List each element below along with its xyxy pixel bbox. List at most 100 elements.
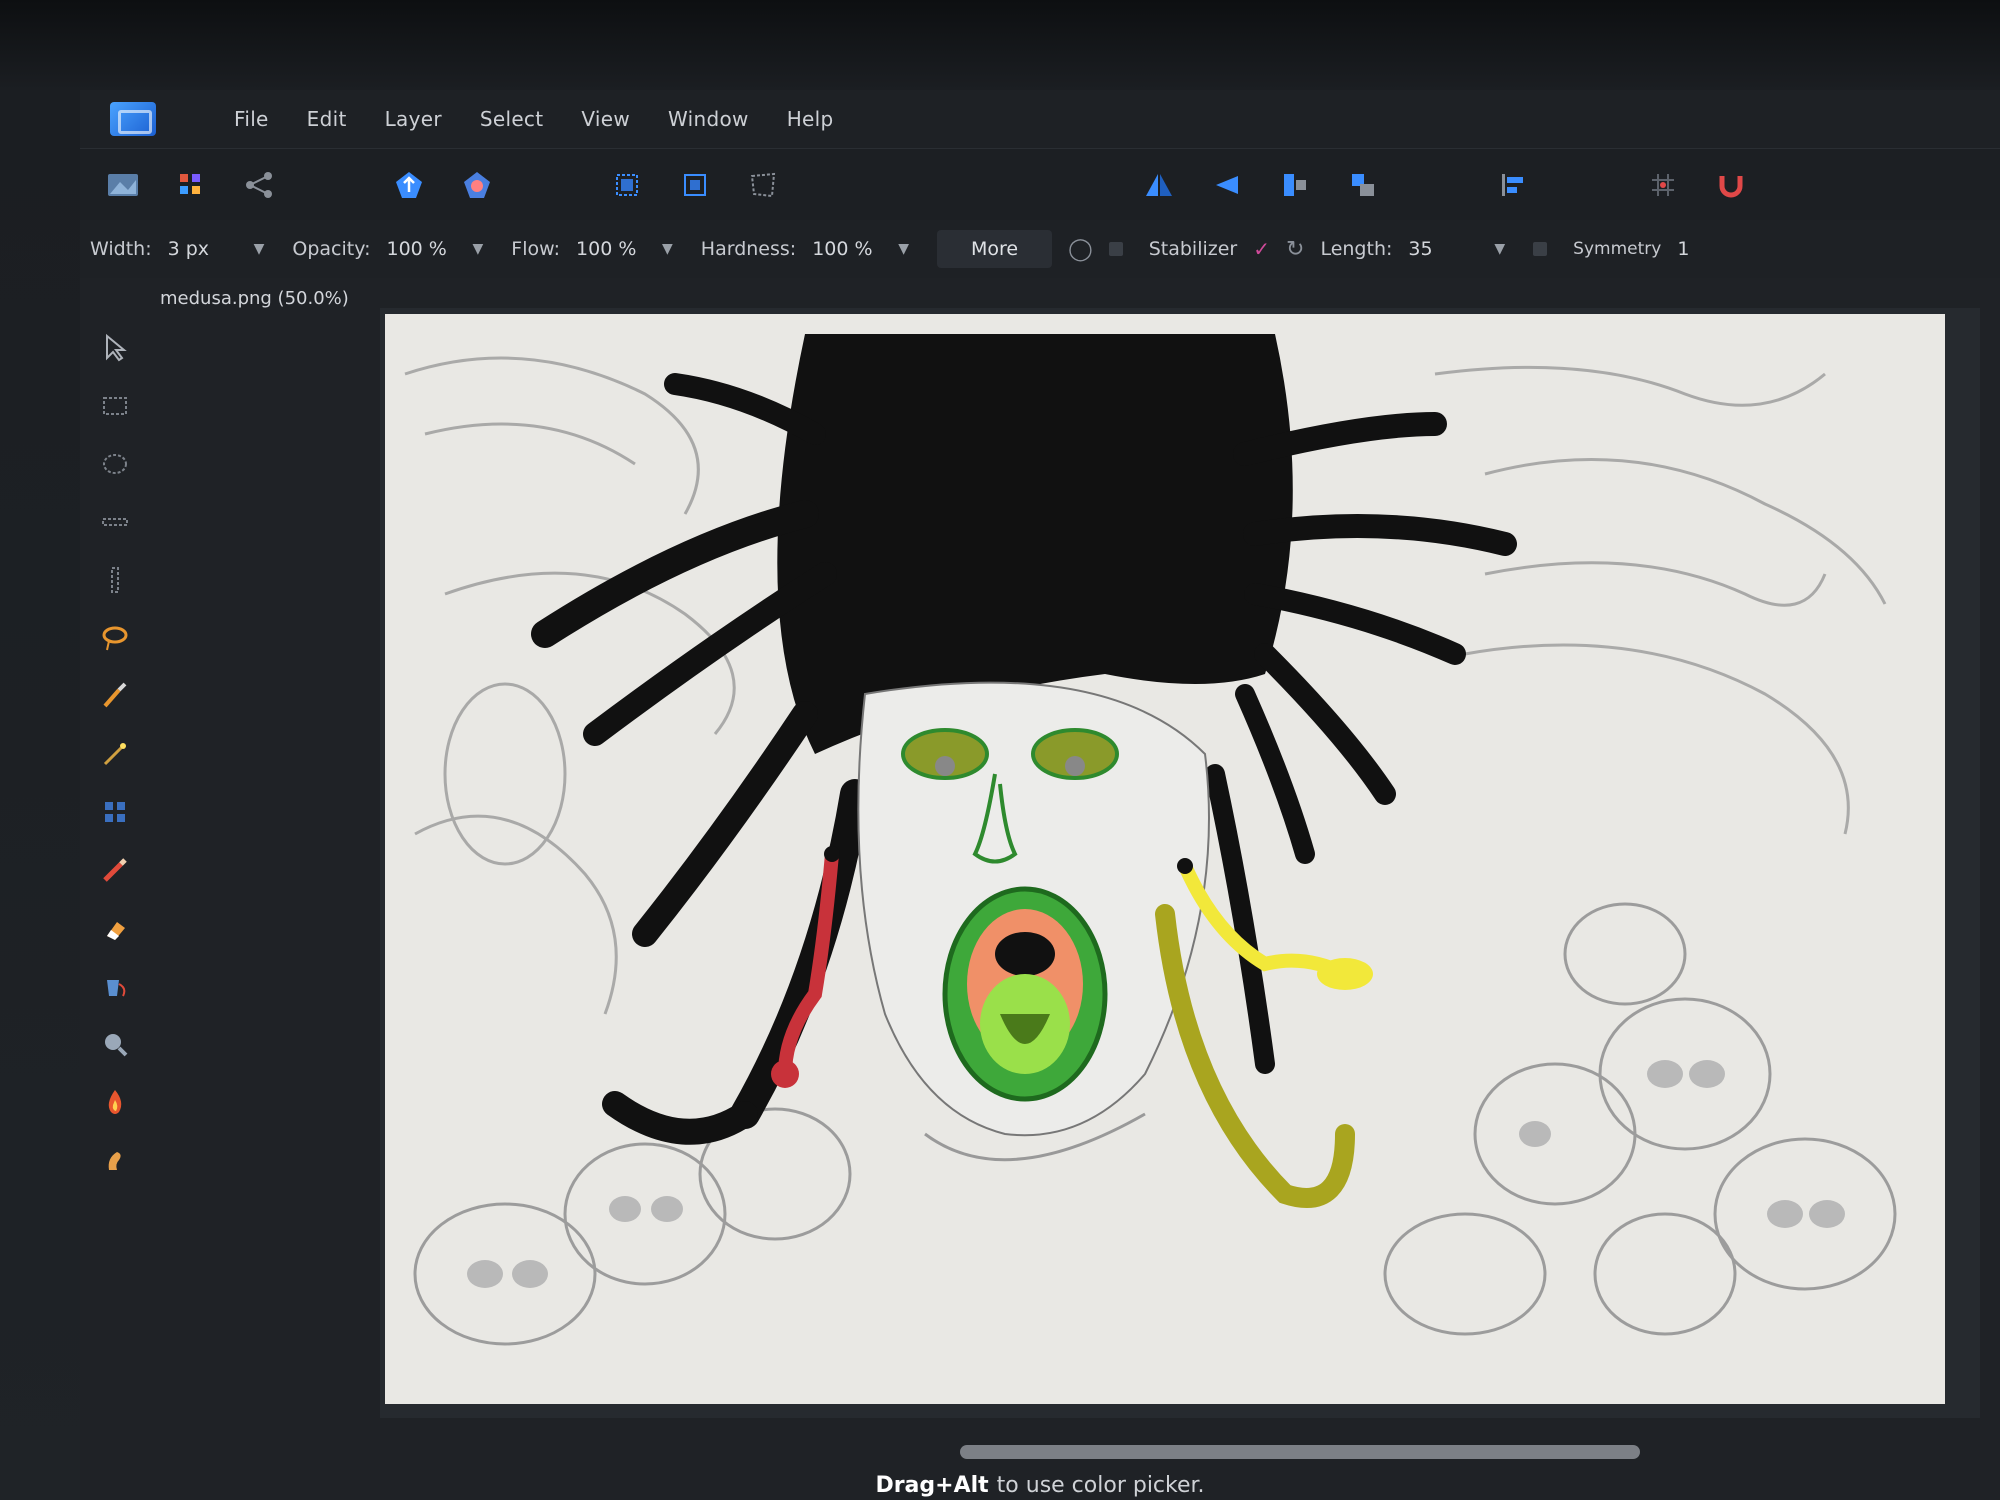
crop-button[interactable] (604, 162, 650, 208)
stabilizer-checkbox[interactable] (1108, 242, 1123, 256)
canvas-area[interactable] (380, 308, 1980, 1418)
flow-dropdown-icon[interactable]: ▼ (662, 241, 673, 257)
opacity-value[interactable]: 100 % (387, 238, 457, 260)
status-bar: Drag+Alt to use color picker. (80, 1470, 2000, 1500)
align-button[interactable] (1490, 162, 1536, 208)
cloud-icon (464, 172, 490, 198)
transform-button[interactable] (672, 162, 718, 208)
marquee-tool[interactable] (95, 386, 135, 426)
row-marquee-icon (102, 518, 128, 526)
eraser-icon (107, 922, 125, 940)
more-button[interactable]: More (936, 230, 1053, 268)
document-tab[interactable]: medusa.png (50.0%) (160, 288, 349, 309)
transform-icon (684, 174, 706, 196)
move-tool[interactable] (95, 328, 135, 368)
flip-vertical-icon (1216, 176, 1238, 194)
flow-label: Flow: (511, 238, 561, 260)
drawing-canvas[interactable] (385, 314, 1945, 1404)
marquee-icon (103, 397, 127, 415)
hardness-dropdown-icon[interactable]: ▼ (898, 241, 909, 257)
horizontal-scrollbar[interactable] (960, 1445, 1640, 1459)
magnet-button[interactable] (1708, 162, 1754, 208)
pattern-icon (105, 802, 125, 822)
stabilizer-mode-icon[interactable]: ✓ (1253, 237, 1270, 261)
burn-tool[interactable] (95, 1082, 135, 1122)
menu-help[interactable]: Help (787, 107, 834, 131)
flow-value[interactable]: 100 % (576, 238, 646, 260)
grid-button[interactable] (168, 162, 214, 208)
column-marquee-tool[interactable] (95, 560, 135, 600)
stabilizer-label: Stabilizer (1148, 238, 1238, 260)
menu-layer[interactable]: Layer (385, 107, 442, 131)
status-key: Drag+Alt (875, 1472, 989, 1498)
length-label: Length: (1320, 238, 1393, 260)
flip-horizontal-icon (1146, 174, 1172, 196)
bucket-tool[interactable] (95, 966, 135, 1006)
pressure-icon[interactable]: ◯ (1068, 237, 1093, 262)
menu-bar: File Edit Layer Select View Window Help (80, 90, 2000, 148)
eraser-tool[interactable] (95, 908, 135, 948)
cloud-button[interactable] (454, 162, 500, 208)
smudge-tool[interactable] (95, 1140, 135, 1180)
pencil-icon (103, 858, 127, 882)
menu-select[interactable]: Select (480, 107, 544, 131)
move-icon (106, 333, 127, 362)
grid-icon (180, 174, 200, 194)
rope-icon[interactable]: ↻ (1286, 237, 1304, 262)
status-hint: to use color picker. (996, 1472, 1205, 1498)
arrange-front-icon (1284, 174, 1306, 196)
distort-icon (750, 172, 776, 198)
app-logo-icon[interactable] (110, 102, 156, 136)
lasso-tool[interactable] (95, 618, 135, 658)
opacity-dropdown-icon[interactable]: ▼ (473, 241, 484, 257)
image-icon (108, 174, 138, 196)
width-dropdown-icon[interactable]: ▼ (254, 241, 265, 257)
ellipse-marquee-icon (103, 454, 127, 474)
length-value[interactable]: 35 (1408, 238, 1478, 260)
arrange-back-button[interactable] (1340, 162, 1386, 208)
flame-icon (108, 1090, 122, 1114)
crop-icon (616, 174, 638, 196)
brush-tool[interactable] (95, 676, 135, 716)
magic-wand-tool[interactable] (95, 734, 135, 774)
menu-file[interactable]: File (234, 107, 269, 131)
column-marquee-icon (111, 567, 119, 593)
flip-horizontal-button[interactable] (1136, 162, 1182, 208)
menu-edit[interactable]: Edit (307, 107, 347, 131)
width-label: Width: (90, 238, 152, 260)
flip-vertical-button[interactable] (1204, 162, 1250, 208)
pattern-tool[interactable] (95, 792, 135, 832)
image-button[interactable] (100, 162, 146, 208)
medusa-artwork (404, 334, 1897, 1346)
upload-icon (396, 172, 422, 198)
snap-icon (1652, 174, 1674, 196)
tools-panel (80, 318, 150, 1228)
brush-options-bar: Width: 3 px ▼ Opacity: 100 % ▼ Flow: 100… (80, 220, 2000, 278)
symmetry-checkbox[interactable] (1533, 242, 1548, 256)
zoom-tool[interactable] (95, 1024, 135, 1064)
hardness-value[interactable]: 100 % (812, 238, 882, 260)
distort-button[interactable] (740, 162, 786, 208)
ellipse-marquee-tool[interactable] (95, 444, 135, 484)
symmetry-label: Symmetry (1573, 239, 1662, 259)
length-dropdown-icon[interactable]: ▼ (1494, 241, 1505, 257)
width-value[interactable]: 3 px (168, 238, 238, 260)
symmetry-value[interactable]: 1 (1677, 238, 1697, 260)
share-button[interactable] (236, 162, 282, 208)
menu-window[interactable]: Window (668, 107, 749, 131)
bucket-icon (107, 980, 126, 997)
magic-wand-icon (103, 743, 126, 766)
hardness-label: Hardness: (700, 238, 797, 260)
menu-view[interactable]: View (581, 107, 630, 131)
arrange-front-button[interactable] (1272, 162, 1318, 208)
zoom-icon (105, 1034, 128, 1057)
brush-icon (103, 682, 127, 708)
snap-button[interactable] (1640, 162, 1686, 208)
pencil-tool[interactable] (95, 850, 135, 890)
opacity-label: Opacity: (292, 238, 371, 260)
upload-button[interactable] (386, 162, 432, 208)
magnet-icon (1719, 176, 1743, 198)
lasso-icon (102, 626, 128, 651)
arrange-back-icon (1352, 174, 1374, 196)
row-marquee-tool[interactable] (95, 502, 135, 542)
